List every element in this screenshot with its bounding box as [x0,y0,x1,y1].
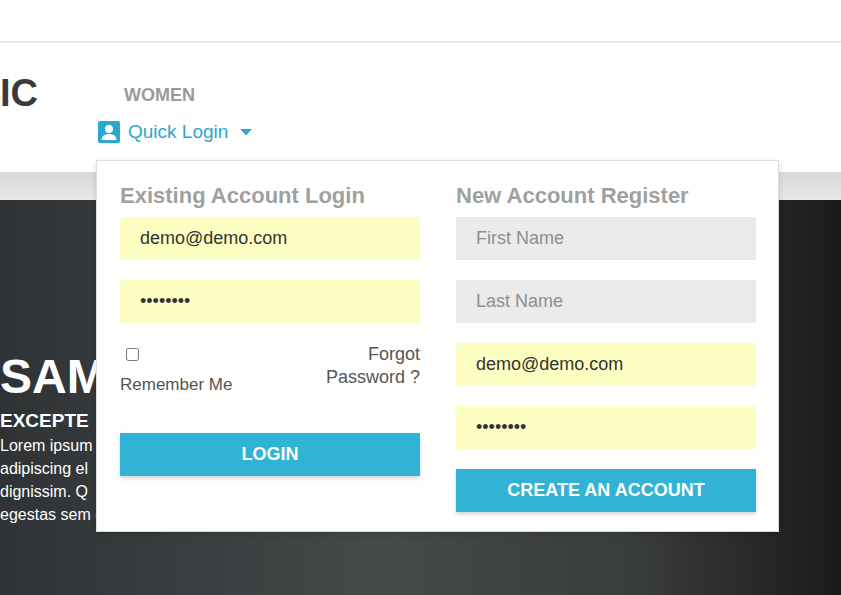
logo[interactable]: IC [0,43,98,117]
first-name-field[interactable] [456,217,756,260]
remember-row: Remember Me Forgot Password ? [120,343,420,403]
person-icon [98,121,120,143]
main-nav: WOMEN Quick Login [98,43,252,144]
remember-label[interactable]: Remember Me [120,375,232,395]
forgot-password-link[interactable]: Forgot Password ? [308,343,420,389]
remember-checkbox[interactable] [126,348,139,361]
quick-login-toggle[interactable]: Quick Login [98,120,252,144]
register-heading: New Account Register [456,181,756,211]
last-name-field[interactable] [456,280,756,323]
top-strip [0,0,841,43]
register-password-field[interactable] [456,406,756,449]
register-email-field[interactable] [456,343,756,386]
quick-login-label[interactable]: Quick Login [128,120,228,144]
login-column: Existing Account Login Remember Me Forgo… [120,181,420,513]
caret-icon [240,128,252,136]
login-password-field[interactable] [120,280,420,323]
quick-login-dropdown: Existing Account Login Remember Me Forgo… [96,160,779,532]
register-column: New Account Register CREATE AN ACCOUNT [456,181,756,513]
create-account-button[interactable]: CREATE AN ACCOUNT [456,469,756,512]
login-email-field[interactable] [120,217,420,260]
site-header: IC WOMEN Quick Login [0,43,841,172]
login-heading: Existing Account Login [120,181,420,211]
login-button[interactable]: LOGIN [120,433,420,476]
menu-item[interactable]: WOMEN [98,83,252,107]
